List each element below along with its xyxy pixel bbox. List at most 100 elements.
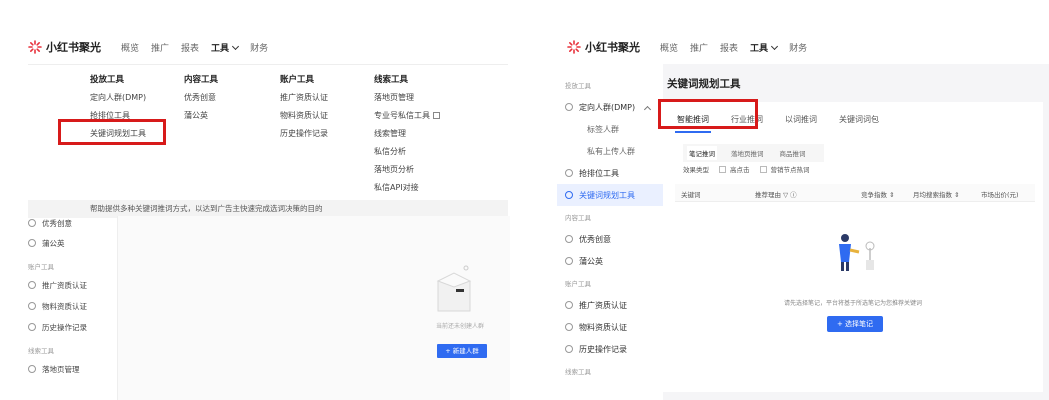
checkbox-high-click[interactable] bbox=[719, 165, 726, 173]
sidebar-item-label: 优秀创意 bbox=[579, 234, 611, 244]
new-audience-button[interactable]: + 新建人群 bbox=[437, 344, 487, 358]
sidebar-item-creative[interactable]: 优秀创意 bbox=[28, 216, 72, 230]
sidebar-section-account: 账户工具 bbox=[565, 280, 591, 288]
brand-logo-icon bbox=[567, 40, 581, 54]
nav-tools[interactable]: 工具 bbox=[750, 41, 779, 54]
nav-links: 概览 推广 报表 工具 财务 bbox=[660, 41, 819, 54]
brand[interactable]: 小红书聚光 bbox=[28, 39, 101, 55]
menu-item-pugongying[interactable]: 蒲公英 bbox=[184, 107, 218, 125]
col-keyword: 关键词 bbox=[681, 191, 701, 199]
sidebar-item-label: 物料资质认证 bbox=[42, 301, 87, 311]
nav-promote[interactable]: 推广 bbox=[151, 41, 169, 54]
choose-note-button[interactable]: + 选择笔记 bbox=[827, 316, 883, 332]
tab-keyword-pack[interactable]: 关键词词包 bbox=[837, 108, 881, 133]
brand-logo-icon bbox=[28, 40, 42, 54]
sidebar-item-promo-cert[interactable]: 推广资质认证 bbox=[565, 294, 627, 316]
subtab-note[interactable]: 笔记推词 bbox=[687, 146, 717, 160]
empty-state-text: 请先选择笔记，平台将基于所选笔记为您推荐关键词 bbox=[783, 300, 922, 307]
subtab-landing[interactable]: 落地页推词 bbox=[729, 146, 766, 160]
pugongying-icon bbox=[28, 239, 36, 247]
empty-box-illustration-icon bbox=[436, 265, 472, 312]
dmp-icon bbox=[565, 103, 573, 111]
sidebar-subitem-private-upload[interactable]: 私有上传人群 bbox=[587, 140, 635, 162]
sidebar-section-content: 内容工具 bbox=[565, 214, 591, 222]
history-icon bbox=[565, 345, 573, 353]
nav-tools[interactable]: 工具 bbox=[211, 41, 240, 54]
menu-item-landing[interactable]: 落地页管理 bbox=[374, 89, 440, 107]
menu-item-dm-tool[interactable]: 专业号私信工具 bbox=[374, 107, 440, 125]
sidebar-item-keyword-planner[interactable]: 关键词规划工具 bbox=[557, 184, 663, 206]
highlight-tabs bbox=[658, 99, 758, 129]
menu-item-leads[interactable]: 线索管理 bbox=[374, 125, 440, 143]
brand[interactable]: 小红书聚光 bbox=[567, 39, 640, 55]
nav-promote[interactable]: 推广 bbox=[690, 41, 708, 54]
nav-report[interactable]: 报表 bbox=[720, 41, 738, 54]
checkbox-hot-words[interactable] bbox=[759, 165, 767, 173]
sidebar-subitem-tag-audience[interactable]: 标签人群 bbox=[587, 118, 619, 140]
promo-cert-icon bbox=[28, 281, 36, 289]
col-market-bid: 市场出价(元) bbox=[981, 191, 1019, 199]
table-header: 关键词 推荐理由 ▽ ⓘ 竞争指数 ⇕ 月均搜索指数 ⇕ 市场出价(元) bbox=[675, 184, 1035, 202]
sidebar-item-dmp[interactable]: 定向人群(DMP) bbox=[565, 96, 652, 118]
person-watering-plant-icon bbox=[839, 234, 875, 271]
right-screenshot-panel: 小红书聚光 概览 推广 报表 工具 财务 投放工具 定向人群(DMP) 标签人群… bbox=[545, 0, 1049, 400]
nav-finance[interactable]: 财务 bbox=[789, 41, 807, 54]
tab-word[interactable]: 以词推词 bbox=[783, 108, 819, 133]
nav-links: 概览 推广 报表 工具 财务 bbox=[121, 41, 280, 54]
sidebar-section-leads: 线索工具 bbox=[565, 368, 591, 376]
sidebar-item-pugongying[interactable]: 蒲公英 bbox=[565, 250, 603, 272]
landing-page-icon bbox=[28, 365, 36, 373]
filter-label: 效果类型 bbox=[683, 166, 709, 174]
nav-overview[interactable]: 概览 bbox=[660, 41, 678, 54]
menu-col-title: 投放工具 bbox=[90, 75, 125, 85]
creative-icon bbox=[28, 219, 36, 227]
sidebar-item-landing[interactable]: 落地页管理 bbox=[28, 362, 80, 376]
sidebar-item-label: 蒲公英 bbox=[42, 238, 65, 248]
page-title: 关键词规划工具 bbox=[667, 78, 741, 90]
nav-overview[interactable]: 概览 bbox=[121, 41, 139, 54]
sidebar-item-history[interactable]: 历史操作记录 bbox=[28, 320, 87, 334]
subtab-product[interactable]: 商品推词 bbox=[778, 146, 808, 160]
menu-item-landing-analysis[interactable]: 落地页分析 bbox=[374, 161, 440, 179]
sidebar-item-creative[interactable]: 优秀创意 bbox=[565, 228, 611, 250]
sidebar-item-label: 抢排位工具 bbox=[579, 168, 619, 178]
sidebar-section-account: 账户工具 bbox=[28, 263, 54, 271]
sidebar-item-label: 历史操作记录 bbox=[579, 344, 627, 354]
menu-item-history[interactable]: 历史操作记录 bbox=[280, 125, 328, 143]
filter-row: 效果类型 高点击 营销节点热词 bbox=[683, 164, 810, 174]
menu-item-material-cert[interactable]: 物料资质认证 bbox=[280, 107, 328, 125]
menu-item-promo-cert[interactable]: 推广资质认证 bbox=[280, 89, 328, 107]
sidebar-item-history[interactable]: 历史操作记录 bbox=[565, 338, 627, 360]
col-competition[interactable]: 竞争指数 ⇕ bbox=[861, 189, 895, 199]
col-monthly-search[interactable]: 月均搜索指数 ⇕ bbox=[913, 189, 960, 199]
sidebar-section-leads: 线索工具 bbox=[28, 347, 54, 355]
menu-col-lead-tools: 线索工具 落地页管理 专业号私信工具 线索管理 私信分析 落地页分析 私信API… bbox=[374, 71, 440, 197]
menu-item-dmp[interactable]: 定向人群(DMP) bbox=[90, 89, 146, 107]
external-link-icon bbox=[433, 112, 440, 119]
col-reason[interactable]: 推荐理由 ▽ ⓘ bbox=[755, 189, 797, 199]
sidebar-item-promo-cert[interactable]: 推广资质认证 bbox=[28, 278, 87, 292]
sidebar-item-material-cert[interactable]: 物料资质认证 bbox=[565, 316, 627, 338]
rank-icon bbox=[565, 169, 573, 177]
sidebar-item-pugongying[interactable]: 蒲公英 bbox=[28, 236, 65, 250]
brand-name: 小红书聚光 bbox=[585, 41, 640, 54]
sidebar-item-material-cert[interactable]: 物料资质认证 bbox=[28, 299, 87, 313]
menu-item-dm-api[interactable]: 私信API对接 bbox=[374, 179, 440, 197]
empty-state-text: 当前还未创建人群 bbox=[436, 323, 485, 330]
menu-item-dm-analysis[interactable]: 私信分析 bbox=[374, 143, 440, 161]
sidebar-item-label: 物料资质认证 bbox=[579, 322, 627, 332]
menu-col-title: 内容工具 bbox=[184, 75, 219, 85]
top-nav: 小红书聚光 概览 推广 报表 工具 财务 bbox=[0, 30, 520, 64]
nav-finance[interactable]: 财务 bbox=[250, 41, 268, 54]
sidebar-item-label: 优秀创意 bbox=[42, 218, 72, 228]
menu-col-title: 账户工具 bbox=[280, 75, 315, 85]
highlight-keyword-planner bbox=[58, 119, 166, 145]
sidebar-item-label: 推广资质认证 bbox=[579, 300, 627, 310]
chevron-down-icon bbox=[771, 42, 779, 50]
menu-item-creative[interactable]: 优秀创意 bbox=[184, 89, 218, 107]
sidebar-item-label: 蒲公英 bbox=[579, 256, 603, 266]
keyword-icon bbox=[565, 191, 573, 199]
sidebar-item-rank[interactable]: 抢排位工具 bbox=[565, 162, 619, 184]
nav-tools-label: 工具 bbox=[750, 43, 769, 54]
nav-report[interactable]: 报表 bbox=[181, 41, 199, 54]
